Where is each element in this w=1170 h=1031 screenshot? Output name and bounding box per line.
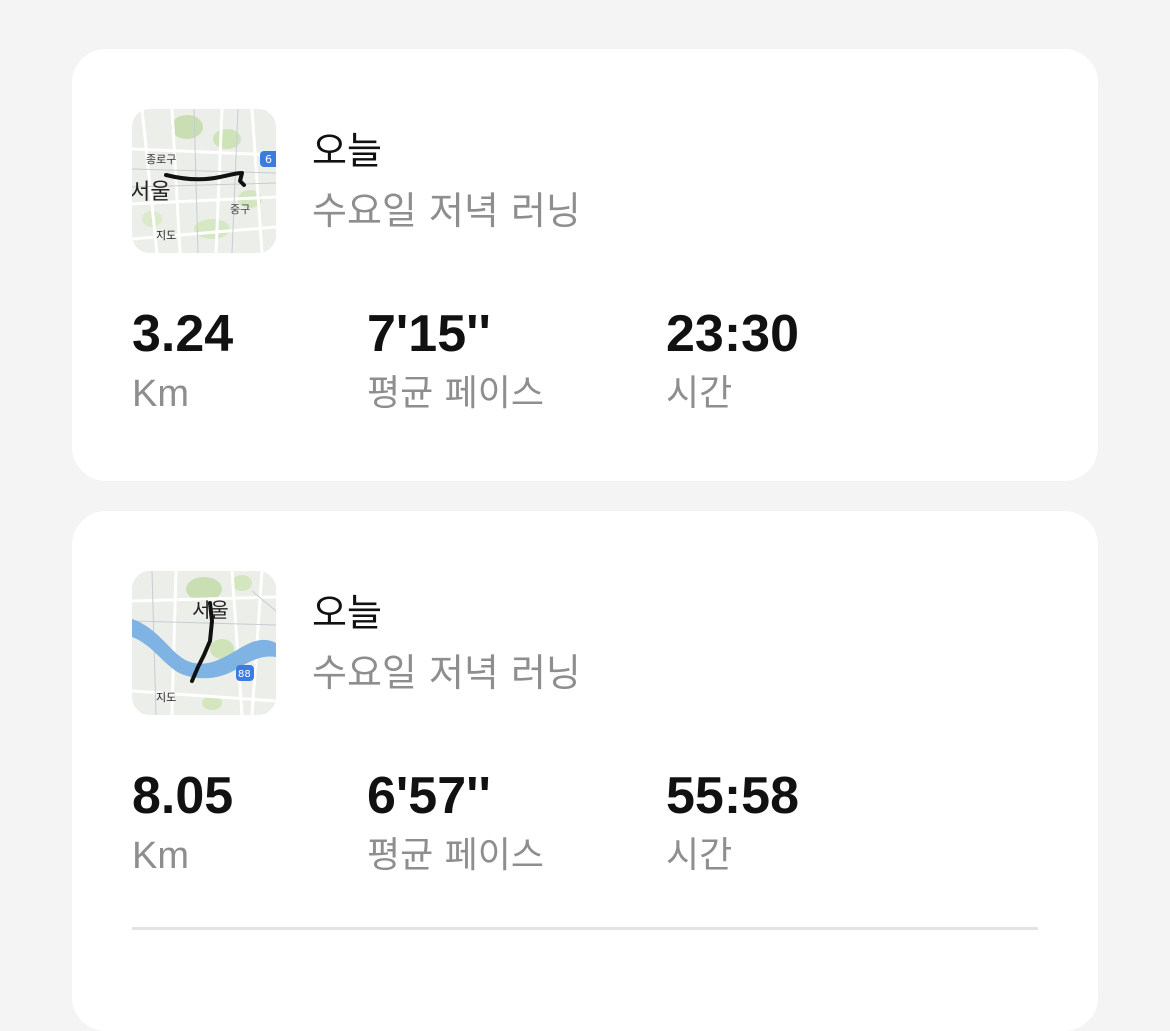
activity-date: 오늘 [312, 129, 382, 173]
time-stat: 23:30 시간 [666, 304, 799, 416]
pace-label: 평균 페이스 [367, 373, 545, 414]
pace-value: 6'57'' [367, 767, 491, 825]
highway-badge-number: 88 [238, 669, 251, 680]
route-map-thumbnail[interactable]: 종로구 서울 중구 6 지도 [132, 109, 276, 253]
activity-date: 오늘 [312, 591, 382, 635]
distance-value: 8.05 [132, 767, 234, 825]
route-map: 종로구 서울 중구 6 지도 [132, 109, 276, 253]
pace-value: 7'15'' [367, 305, 491, 363]
distance-stat: 8.05 Km [132, 766, 233, 878]
activity-title: 수요일 저녁 러닝 [312, 651, 581, 695]
route-map: 서울 88 지도 [132, 571, 276, 715]
distance-value: 3.24 [132, 305, 234, 363]
maps-attribution: 지도 [156, 229, 176, 242]
time-stat: 55:58 시간 [666, 766, 799, 878]
maps-attribution: 지도 [156, 691, 176, 704]
map-label: 서울 [132, 180, 170, 205]
activity-title: 수요일 저녁 러닝 [312, 189, 581, 233]
activity-card[interactable]: 서울 88 지도 오늘 수요일 저녁 러닝 8.05 Km 6'57'' 평균 … [72, 511, 1098, 1031]
time-value: 23:30 [666, 305, 799, 363]
time-label: 시간 [666, 373, 733, 414]
time-label: 시간 [666, 835, 733, 876]
activity-card[interactable]: 종로구 서울 중구 6 지도 오늘 수요일 저녁 러닝 3.24 Km 7'15… [72, 49, 1098, 481]
map-label: 서울 [192, 598, 229, 622]
time-value: 55:58 [666, 767, 799, 825]
pace-label: 평균 페이스 [367, 835, 545, 876]
distance-stat: 3.24 Km [132, 304, 233, 416]
divider [132, 927, 1038, 930]
route-map-thumbnail[interactable]: 서울 88 지도 [132, 571, 276, 715]
pace-stat: 6'57'' 평균 페이스 [367, 766, 544, 878]
distance-label: Km [132, 835, 189, 877]
map-label: 종로구 [146, 153, 176, 166]
route-badge-number: 6 [265, 153, 272, 166]
map-label: 중구 [230, 203, 250, 216]
pace-stat: 7'15'' 평균 페이스 [367, 304, 544, 416]
distance-label: Km [132, 373, 189, 415]
